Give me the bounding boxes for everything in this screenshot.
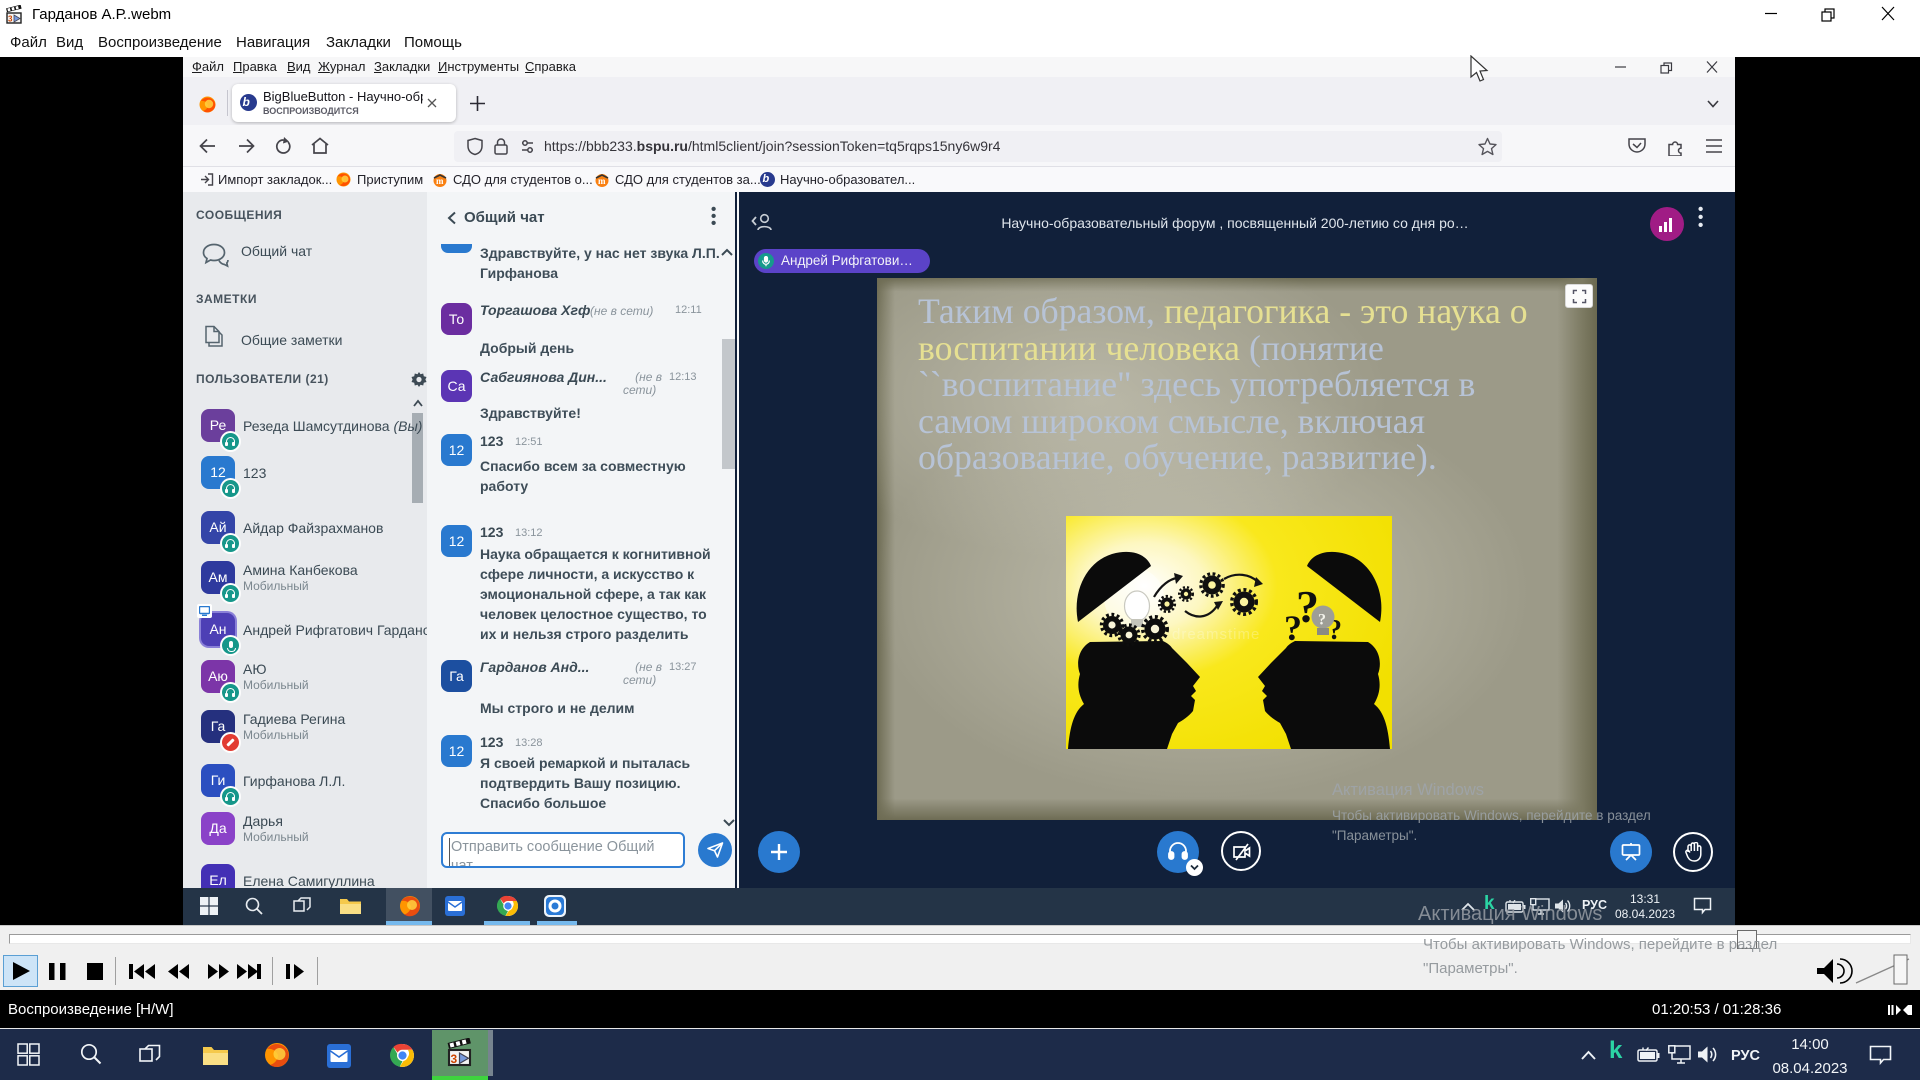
svg-text:3: 3 — [451, 1052, 458, 1066]
svg-text:m: m — [436, 176, 444, 186]
svg-text:3: 3 — [8, 15, 13, 24]
svg-text:?: ? — [1284, 608, 1302, 648]
svg-text:m: m — [598, 176, 606, 186]
svg-text:dreamstime: dreamstime — [1172, 626, 1260, 643]
svg-text:?: ? — [1318, 612, 1326, 629]
